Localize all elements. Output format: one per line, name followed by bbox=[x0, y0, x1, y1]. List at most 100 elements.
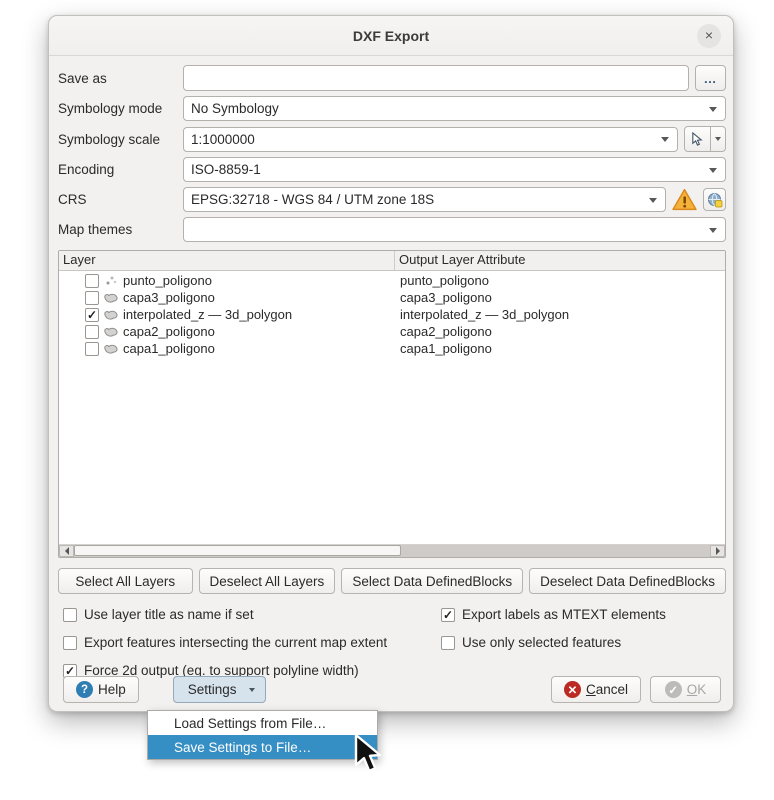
settings-label: Settings bbox=[188, 682, 237, 697]
horizontal-scrollbar[interactable] bbox=[59, 544, 725, 557]
scale-options-dropdown[interactable] bbox=[711, 126, 726, 152]
chevron-down-icon bbox=[249, 688, 255, 692]
cursor-arrow-icon bbox=[690, 132, 705, 147]
layer-name: capa3_poligono bbox=[123, 290, 215, 305]
polygon-layer-icon bbox=[103, 308, 119, 321]
table-row[interactable]: capa3_poligono capa3_poligono bbox=[59, 289, 725, 306]
layer-name: interpolated_z — 3d_polygon bbox=[123, 307, 292, 322]
map-themes-row: Map themes bbox=[58, 217, 726, 242]
layer-name: capa2_poligono bbox=[123, 324, 215, 339]
help-label: Help bbox=[98, 682, 126, 697]
output-attribute[interactable]: capa1_poligono bbox=[395, 341, 725, 356]
checkbox[interactable] bbox=[63, 608, 77, 622]
option-only-selected-features[interactable]: Use only selected features bbox=[441, 635, 726, 650]
checkbox[interactable] bbox=[441, 636, 455, 650]
dxf-export-dialog: DXF Export × Save as … Symbology mode No… bbox=[48, 15, 734, 712]
output-attribute[interactable]: capa3_poligono bbox=[395, 290, 725, 305]
save-as-input[interactable] bbox=[183, 65, 689, 91]
polygon-layer-icon bbox=[103, 291, 119, 304]
selection-buttons-row: Select All Layers Deselect All Layers Se… bbox=[58, 568, 726, 594]
settings-button[interactable]: Settings bbox=[173, 676, 266, 703]
crs-row: CRS EPSG:32718 - WGS 84 / UTM zone 18S bbox=[58, 187, 726, 212]
footer-button-bar: ? Help Settings ✕ Cancel ✓ OK bbox=[49, 676, 733, 703]
cancel-icon: ✕ bbox=[564, 681, 581, 698]
select-all-layers-button[interactable]: Select All Layers bbox=[58, 568, 193, 594]
help-button[interactable]: ? Help bbox=[63, 676, 139, 703]
symbology-mode-row: Symbology mode No Symbology bbox=[58, 96, 726, 121]
row-checkbox[interactable] bbox=[85, 291, 99, 305]
symbology-scale-label: Symbology scale bbox=[58, 132, 183, 147]
table-row[interactable]: capa2_poligono capa2_poligono bbox=[59, 323, 725, 340]
column-header-output-attribute[interactable]: Output Layer Attribute bbox=[395, 251, 725, 270]
table-row[interactable]: capa1_poligono capa1_poligono bbox=[59, 340, 725, 357]
checkbox[interactable] bbox=[441, 608, 455, 622]
row-checkbox[interactable] bbox=[85, 308, 99, 322]
close-icon[interactable]: × bbox=[697, 24, 721, 48]
dialog-title: DXF Export bbox=[353, 28, 429, 44]
encoding-value: ISO-8859-1 bbox=[191, 162, 261, 177]
option-label: Export features intersecting the current… bbox=[84, 635, 387, 650]
row-checkbox[interactable] bbox=[85, 325, 99, 339]
row-checkbox[interactable] bbox=[85, 342, 99, 356]
scrollbar-track[interactable] bbox=[74, 545, 710, 557]
cancel-label: Cancel bbox=[586, 682, 628, 697]
settings-menu: Load Settings from File… Save Settings t… bbox=[147, 710, 378, 760]
map-extent-picker-button[interactable] bbox=[684, 126, 711, 152]
crs-label: CRS bbox=[58, 192, 183, 207]
symbology-scale-row: Symbology scale 1:1000000 bbox=[58, 126, 726, 152]
browse-button[interactable]: … bbox=[695, 65, 726, 91]
crs-select[interactable]: EPSG:32718 - WGS 84 / UTM zone 18S bbox=[183, 187, 666, 212]
encoding-row: Encoding ISO-8859-1 bbox=[58, 157, 726, 182]
checkbox[interactable] bbox=[63, 636, 77, 650]
layer-table: Layer Output Layer Attribute punto_polig… bbox=[58, 250, 726, 558]
select-data-defined-blocks-button[interactable]: Select Data DefinedBlocks bbox=[341, 568, 523, 594]
option-export-mtext[interactable]: Export labels as MTEXT elements bbox=[441, 607, 726, 622]
screen: { "window": { "title": "DXF Export", "cl… bbox=[0, 0, 774, 800]
column-header-layer[interactable]: Layer bbox=[59, 251, 395, 270]
ok-button[interactable]: ✓ OK bbox=[650, 676, 721, 703]
option-label: Use layer title as name if set bbox=[84, 607, 254, 622]
option-intersecting-extent[interactable]: Export features intersecting the current… bbox=[63, 635, 441, 650]
option-layer-title-as-name[interactable]: Use layer title as name if set bbox=[63, 607, 441, 622]
map-themes-select[interactable] bbox=[183, 217, 726, 242]
output-attribute[interactable]: punto_poligono bbox=[395, 273, 725, 288]
layer-table-header[interactable]: Layer Output Layer Attribute bbox=[59, 251, 725, 271]
row-checkbox[interactable] bbox=[85, 274, 99, 288]
crs-warning-icon bbox=[672, 188, 697, 211]
titlebar[interactable]: DXF Export × bbox=[49, 16, 733, 56]
ok-icon: ✓ bbox=[665, 681, 682, 698]
set-scale-from-map-split-button bbox=[684, 126, 726, 152]
dialog-body: Save as … Symbology mode No Symbology bbox=[49, 56, 733, 678]
select-crs-button[interactable] bbox=[703, 188, 726, 211]
polygon-layer-icon bbox=[103, 325, 119, 338]
output-attribute[interactable]: interpolated_z — 3d_polygon bbox=[395, 307, 725, 322]
encoding-select[interactable]: ISO-8859-1 bbox=[183, 157, 726, 182]
chevron-down-icon bbox=[709, 228, 717, 233]
chevron-down-icon bbox=[661, 137, 669, 142]
symbology-scale-combo[interactable]: 1:1000000 bbox=[183, 127, 678, 152]
output-attribute[interactable]: capa2_poligono bbox=[395, 324, 725, 339]
chevron-down-icon bbox=[709, 168, 717, 173]
save-as-label: Save as bbox=[58, 71, 183, 86]
menu-item-save-settings[interactable]: Save Settings to File… bbox=[148, 735, 377, 759]
layer-name: punto_poligono bbox=[123, 273, 212, 288]
menu-item-load-settings[interactable]: Load Settings from File… bbox=[148, 711, 377, 735]
table-row[interactable]: punto_poligono punto_poligono bbox=[59, 272, 725, 289]
mouse-cursor bbox=[352, 733, 386, 775]
options-area: Use layer title as name if set Export la… bbox=[58, 607, 726, 678]
chevron-down-icon bbox=[709, 107, 717, 112]
table-row[interactable]: interpolated_z — 3d_polygon interpolated… bbox=[59, 306, 725, 323]
scroll-right-icon[interactable] bbox=[710, 545, 725, 557]
deselect-all-layers-button[interactable]: Deselect All Layers bbox=[199, 568, 336, 594]
chevron-down-icon bbox=[715, 137, 721, 141]
layer-table-body: punto_poligono punto_poligono capa3_poli… bbox=[59, 271, 725, 544]
ok-label: OK bbox=[687, 682, 707, 697]
help-icon: ? bbox=[76, 681, 93, 698]
cancel-button[interactable]: ✕ Cancel bbox=[551, 676, 641, 703]
symbology-scale-value: 1:1000000 bbox=[191, 132, 255, 147]
option-label: Use only selected features bbox=[462, 635, 621, 650]
scrollbar-thumb[interactable] bbox=[74, 545, 401, 556]
symbology-mode-select[interactable]: No Symbology bbox=[183, 96, 726, 121]
deselect-data-defined-blocks-button[interactable]: Deselect Data DefinedBlocks bbox=[529, 568, 726, 594]
scroll-left-icon[interactable] bbox=[59, 545, 74, 557]
